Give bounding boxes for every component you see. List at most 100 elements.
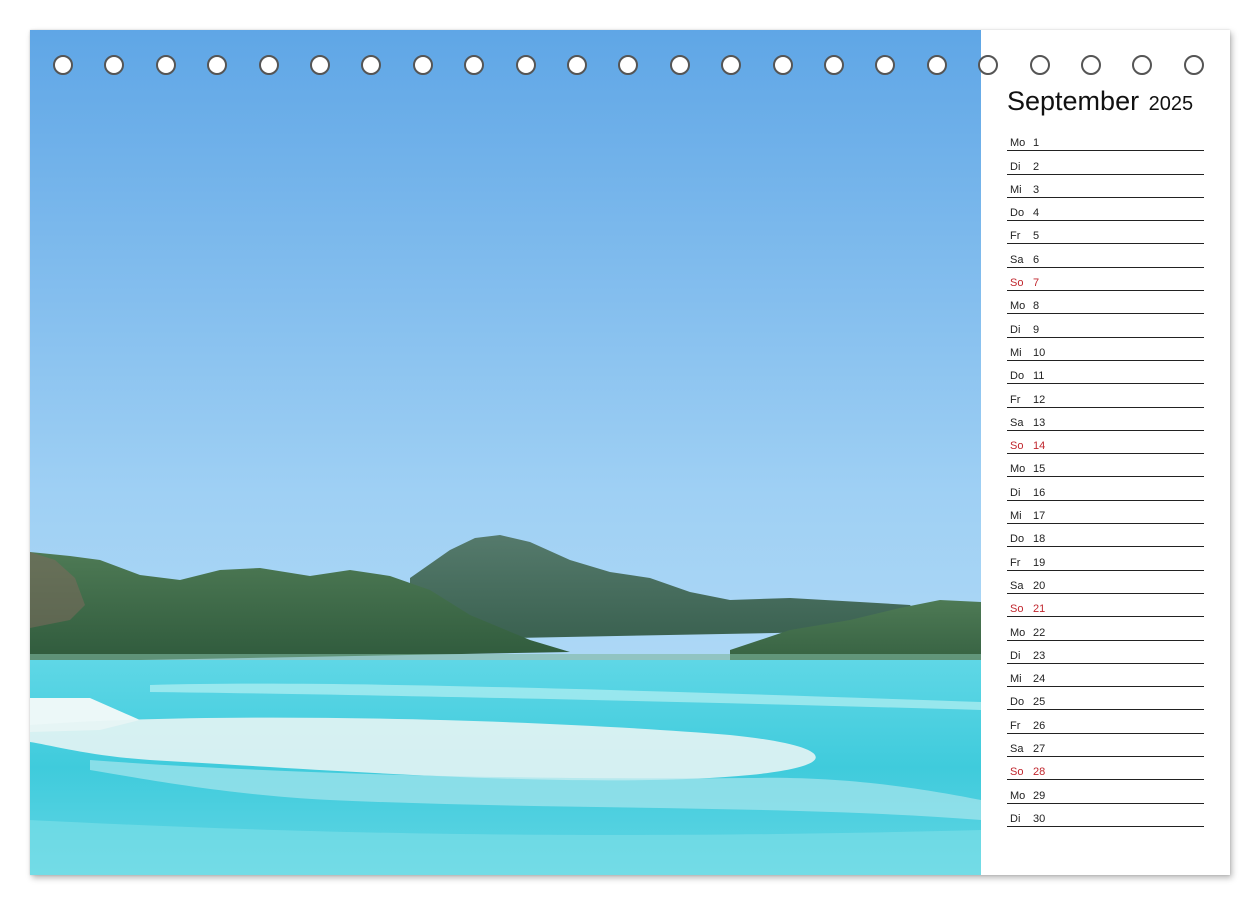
day-weekday: Mi <box>1010 510 1022 523</box>
day-number: 5 <box>1033 230 1040 243</box>
day-number: 2 <box>1033 160 1040 173</box>
day-row: Sa 20 <box>1007 571 1204 594</box>
month-year: 2025 <box>1148 93 1194 115</box>
day-number: 14 <box>1033 440 1046 453</box>
month-name: September <box>1007 86 1140 116</box>
day-row: Mo 1 <box>1007 128 1204 152</box>
day-weekday: Fr <box>1010 393 1021 406</box>
day-number: 30 <box>1033 812 1046 825</box>
binding-ring <box>1029 55 1050 75</box>
day-row: So 21 <box>1007 594 1204 618</box>
binding-ring <box>464 55 485 75</box>
day-row: Di 23 <box>1007 641 1204 664</box>
day-row: Do 25 <box>1007 687 1204 711</box>
day-weekday: Di <box>1010 649 1021 662</box>
day-row: Di 16 <box>1007 477 1204 501</box>
day-number: 25 <box>1033 696 1046 709</box>
day-number: 15 <box>1033 463 1046 476</box>
day-row: Fr 5 <box>1007 221 1204 245</box>
day-row: Do 4 <box>1007 198 1204 222</box>
binding-ring <box>669 55 690 75</box>
day-row: Do 11 <box>1007 361 1204 385</box>
binding-ring <box>258 55 279 75</box>
day-weekday: Sa <box>1010 253 1024 266</box>
binding-ring <box>978 55 999 75</box>
binding-ring <box>824 55 844 75</box>
day-number: 1 <box>1033 137 1040 150</box>
binding-ring <box>1183 55 1204 75</box>
day-weekday: Mi <box>1010 673 1022 686</box>
day-number: 24 <box>1033 673 1046 686</box>
day-weekday: Sa <box>1010 579 1024 592</box>
day-weekday: Do <box>1010 533 1025 546</box>
binding-ring <box>618 55 639 75</box>
day-row: Mo 29 <box>1007 780 1204 804</box>
day-row: Mi 17 <box>1007 501 1204 525</box>
day-weekday: Mo <box>1010 626 1026 639</box>
day-number: 8 <box>1033 300 1040 313</box>
binding-ring <box>567 55 587 75</box>
day-weekday: Mo <box>1010 137 1026 150</box>
day-weekday: Di <box>1010 486 1021 499</box>
day-number: 17 <box>1033 510 1046 523</box>
binding-ring <box>875 55 896 75</box>
day-number: 9 <box>1033 323 1040 336</box>
day-weekday: Sa <box>1010 416 1024 429</box>
day-number: 12 <box>1033 393 1046 406</box>
day-row: Do 18 <box>1007 524 1204 548</box>
day-row: Fr 12 <box>1007 384 1204 408</box>
day-number: 21 <box>1033 603 1046 616</box>
binding-ring <box>1081 55 1101 75</box>
day-weekday: Do <box>1010 370 1025 383</box>
day-weekday: Fr <box>1010 719 1021 732</box>
day-weekday: Mo <box>1010 789 1026 802</box>
day-weekday: Sa <box>1010 743 1024 756</box>
day-number: 11 <box>1033 370 1045 383</box>
day-number: 6 <box>1033 253 1040 266</box>
binding-ring <box>53 55 73 75</box>
day-number: 27 <box>1033 743 1046 756</box>
calendar-page: September 2025 Mo 1 Di 2 Mi 3 Do 4 Fr 5 Sa 6 So 7 Mo 8 D… <box>30 30 1230 875</box>
binding-ring <box>926 55 947 75</box>
day-number: 13 <box>1033 416 1046 429</box>
day-row: Mo 15 <box>1007 454 1204 478</box>
binding-ring <box>515 55 536 75</box>
day-weekday: Di <box>1010 160 1021 173</box>
day-row: Fr 19 <box>1007 547 1204 571</box>
day-weekday: So <box>1010 603 1024 616</box>
day-weekday: Mi <box>1010 346 1022 359</box>
day-row: So 7 <box>1007 268 1204 292</box>
day-weekday: Di <box>1010 812 1021 825</box>
day-weekday: Di <box>1010 323 1021 336</box>
day-weekday: Do <box>1010 207 1025 220</box>
day-row: Mi 24 <box>1007 664 1204 688</box>
day-row: Sa 13 <box>1007 408 1204 431</box>
day-row: Sa 27 <box>1007 734 1204 758</box>
day-row: Fr 26 <box>1007 710 1204 734</box>
day-number: 23 <box>1033 649 1046 662</box>
binding-ring <box>310 55 330 75</box>
landscape-photo <box>30 30 981 875</box>
binding-ring <box>772 55 793 75</box>
day-row: Mi 10 <box>1007 338 1204 361</box>
binding-ring <box>361 55 382 75</box>
day-weekday: Fr <box>1010 556 1021 569</box>
day-weekday: Fr <box>1010 230 1021 243</box>
day-number: 19 <box>1033 556 1046 569</box>
day-weekday: So <box>1010 766 1024 779</box>
month-title: September 2025 <box>1007 86 1193 117</box>
binding-ring <box>1132 55 1153 75</box>
day-number: 16 <box>1033 486 1046 499</box>
day-row: Di 2 <box>1007 151 1204 175</box>
day-number: 3 <box>1033 183 1040 196</box>
day-weekday: Mi <box>1010 183 1022 196</box>
day-number: 10 <box>1033 346 1046 359</box>
day-number: 29 <box>1033 789 1046 802</box>
day-number: 18 <box>1033 533 1046 546</box>
binding-ring <box>104 55 125 75</box>
day-number: 22 <box>1033 626 1046 639</box>
day-row: So 28 <box>1007 757 1204 781</box>
day-row: Mi 3 <box>1007 175 1204 198</box>
day-list: Mo 1 Di 2 Mi 3 Do 4 Fr 5 Sa 6 So 7 Mo 8 Di 9 Mi 10 Do 11 Fr 12 S… <box>1007 128 1204 827</box>
day-row: Mo 22 <box>1007 617 1204 641</box>
